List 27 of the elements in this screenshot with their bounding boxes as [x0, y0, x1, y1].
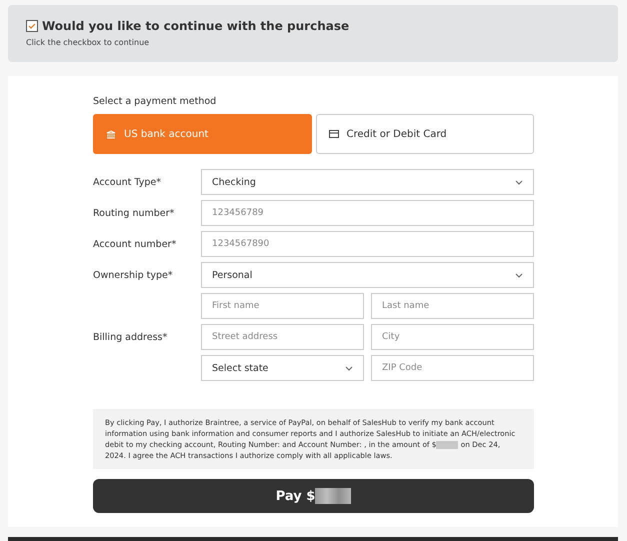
dropdown[interactable]: Select state — [201, 355, 364, 381]
chevron-down-icon — [345, 366, 353, 370]
field-label: Routing number* — [93, 208, 176, 218]
input-field[interactable]: 1234567890 — [201, 231, 534, 257]
bank-icon — [106, 130, 116, 138]
chevron-down-icon — [515, 180, 523, 184]
dropdown[interactable]: Personal — [201, 262, 534, 288]
input-field[interactable]: City — [371, 324, 534, 350]
credit-card-icon — [328, 130, 338, 138]
section-heading: Select a payment method — [93, 96, 216, 107]
hint-text: Click the checkbox to continue — [26, 38, 150, 47]
input-field[interactable]: ZIP Code — [371, 355, 534, 381]
chevron-down-icon — [515, 272, 523, 278]
input-field[interactable]: Last name — [371, 293, 534, 319]
checkmark-icon — [28, 23, 36, 29]
dropdown[interactable]: Checking — [201, 169, 534, 195]
field-label: Account number* — [93, 238, 178, 250]
input-field[interactable]: Street address — [201, 324, 364, 350]
confirmation-title: Would you like to continue with the purchase — [42, 19, 350, 33]
payment-method-tab[interactable]: Credit or Debit Card — [316, 114, 534, 154]
field-label: Ownership type* — [93, 270, 174, 280]
pay-button[interactable]: Pay $ — [93, 479, 534, 513]
field-label: Billing address* — [93, 332, 168, 342]
input-field[interactable]: 123456789 — [201, 200, 534, 226]
field-label: Account Type* — [93, 176, 162, 188]
checkbox[interactable] — [26, 20, 38, 32]
input-field[interactable]: First name — [201, 293, 364, 319]
